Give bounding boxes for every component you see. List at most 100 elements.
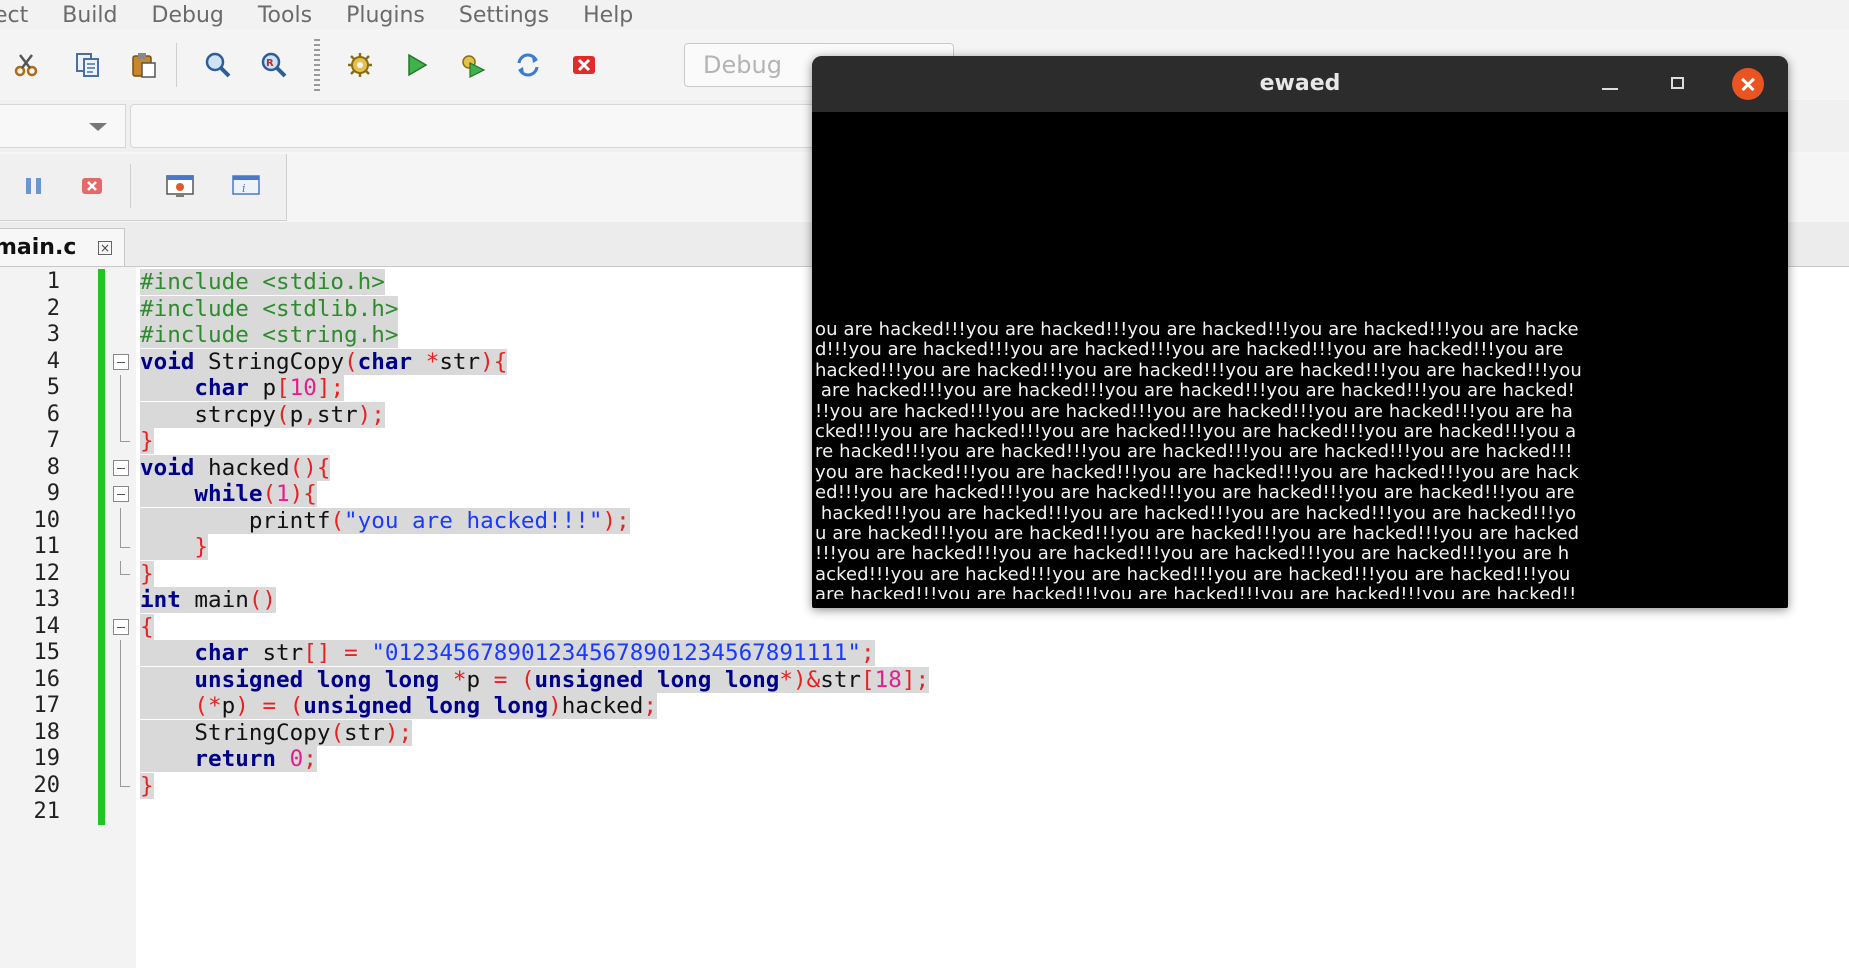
code-line[interactable]: 21 <box>0 799 1200 826</box>
fold-toggle-icon[interactable] <box>113 353 129 370</box>
debugger-toolbar: i <box>0 154 287 221</box>
code-text: StringCopy(str); <box>140 719 413 747</box>
code-line[interactable]: 18 StringCopy(str); <box>0 719 1200 747</box>
line-number: 4 <box>46 348 60 374</box>
terminal-line: !!!you are hacked!!!you are hacked!!!you… <box>815 544 1570 565</box>
code-token: [] <box>303 640 331 666</box>
stop-debug-icon[interactable] <box>74 168 110 204</box>
code-token: * <box>452 666 467 693</box>
code-token: } <box>140 772 154 799</box>
code-text: char str[] = "01234567890123456789012345… <box>140 640 875 667</box>
code-token: ]; <box>901 666 930 693</box>
replace-icon[interactable]: R <box>256 47 292 83</box>
code-token: p <box>221 693 236 719</box>
tab-main-c[interactable]: main.c × <box>0 228 125 266</box>
terminal-titlebar[interactable]: ewaed <box>812 56 1788 112</box>
line-number: 2 <box>46 295 60 321</box>
fold-guide <box>120 401 121 428</box>
code-line[interactable]: 15 char str[] = "01234567890123456789012… <box>0 640 1200 667</box>
close-window-icon[interactable] <box>1732 68 1764 100</box>
close-icon[interactable]: × <box>98 241 112 255</box>
code-line[interactable]: 20} <box>0 772 1200 800</box>
line-number: 19 <box>33 746 61 771</box>
menu-settings[interactable]: Settings <box>459 3 549 28</box>
line-number: 12 <box>33 560 61 586</box>
copy-icon[interactable] <box>70 47 106 83</box>
pause-icon[interactable] <box>16 168 52 204</box>
maximize-icon[interactable] <box>1662 68 1694 100</box>
menu-help[interactable]: Help <box>583 3 633 28</box>
symbol-dropdown[interactable] <box>130 104 850 148</box>
code-line[interactable]: 17 (*p) = (unsigned long long)hacked; <box>0 693 1200 720</box>
code-text: } <box>140 772 154 800</box>
menu-debug[interactable]: Debug <box>152 3 224 28</box>
build-icon[interactable] <box>342 47 378 83</box>
code-token: str <box>316 401 358 428</box>
build-run-icon[interactable] <box>454 47 490 83</box>
fold-toggle-icon[interactable] <box>113 618 129 635</box>
menu-build[interactable]: Build <box>62 3 117 28</box>
rebuild-icon[interactable] <box>510 47 546 83</box>
menu-plugins[interactable]: Plugins <box>346 3 425 28</box>
code-text: printf("you are hacked!!!"); <box>140 507 630 535</box>
code-token: ); <box>384 719 413 746</box>
line-number: 7 <box>46 428 60 453</box>
fold-toggle-icon[interactable] <box>113 459 129 476</box>
debug-window-icon[interactable] <box>162 168 198 204</box>
fold-guide <box>120 375 121 402</box>
svg-text:i: i <box>242 182 246 195</box>
code-token: #include <stdio.h> <box>140 269 385 295</box>
find-icon[interactable] <box>200 47 236 83</box>
paste-icon[interactable] <box>126 47 162 83</box>
code-token: ( <box>330 719 345 746</box>
code-token: unsigned long long <box>303 693 549 719</box>
code-token: char <box>194 640 249 666</box>
code-text: void StringCopy(char *str){ <box>140 348 508 376</box>
code-token: #include <string.h> <box>140 322 399 348</box>
menu-project[interactable]: ect <box>0 3 28 28</box>
code-token: 10 <box>289 375 317 401</box>
code-token: ); <box>602 507 630 534</box>
code-token: char <box>194 375 249 401</box>
code-token: "you are hacked!!!" <box>344 507 603 534</box>
fold-toggle-icon[interactable] <box>113 486 129 502</box>
fold-guide <box>120 640 121 667</box>
code-token: #include <stdlib.h> <box>140 295 399 322</box>
code-token: return <box>194 746 277 772</box>
code-text: while(1){ <box>140 481 317 508</box>
run-icon[interactable] <box>398 47 434 83</box>
menu-tools[interactable]: Tools <box>258 3 312 28</box>
abort-icon[interactable] <box>566 47 602 83</box>
minimize-icon[interactable] <box>1594 68 1626 100</box>
fold-guide <box>120 719 121 746</box>
scope-dropdown[interactable] <box>0 104 126 148</box>
line-number: 20 <box>33 772 61 798</box>
terminal-line: you are hacked!!!you are hacked!!!you ar… <box>815 462 1579 483</box>
line-number: 6 <box>46 401 60 427</box>
code-text: (*p) = (unsigned long long)hacked; <box>140 693 657 720</box>
code-line[interactable]: 14 { <box>0 613 1200 641</box>
code-token: = <box>493 666 508 693</box>
terminal-window[interactable]: ewaed ou are hacked!!!you are hacked!!!y… <box>812 56 1788 608</box>
code-line[interactable]: 16 unsigned long long *p = (unsigned lon… <box>0 666 1200 693</box>
code-token: ; <box>643 693 657 719</box>
info-window-icon[interactable]: i <box>228 168 264 204</box>
code-token: ){ <box>289 481 317 507</box>
fold-guide <box>120 666 121 693</box>
code-line[interactable]: 19 return 0; <box>0 746 1200 773</box>
terminal-line: !!you are hacked!!!you are hacked!!!you … <box>815 401 1574 422</box>
svg-text:R: R <box>266 58 274 69</box>
cut-icon[interactable] <box>8 47 44 83</box>
code-token: StringCopy <box>140 719 331 746</box>
code-token: ; <box>303 746 317 772</box>
terminal-output: ou are hacked!!!you are hacked!!!you are… <box>815 320 1787 599</box>
code-text: return 0; <box>140 746 317 773</box>
